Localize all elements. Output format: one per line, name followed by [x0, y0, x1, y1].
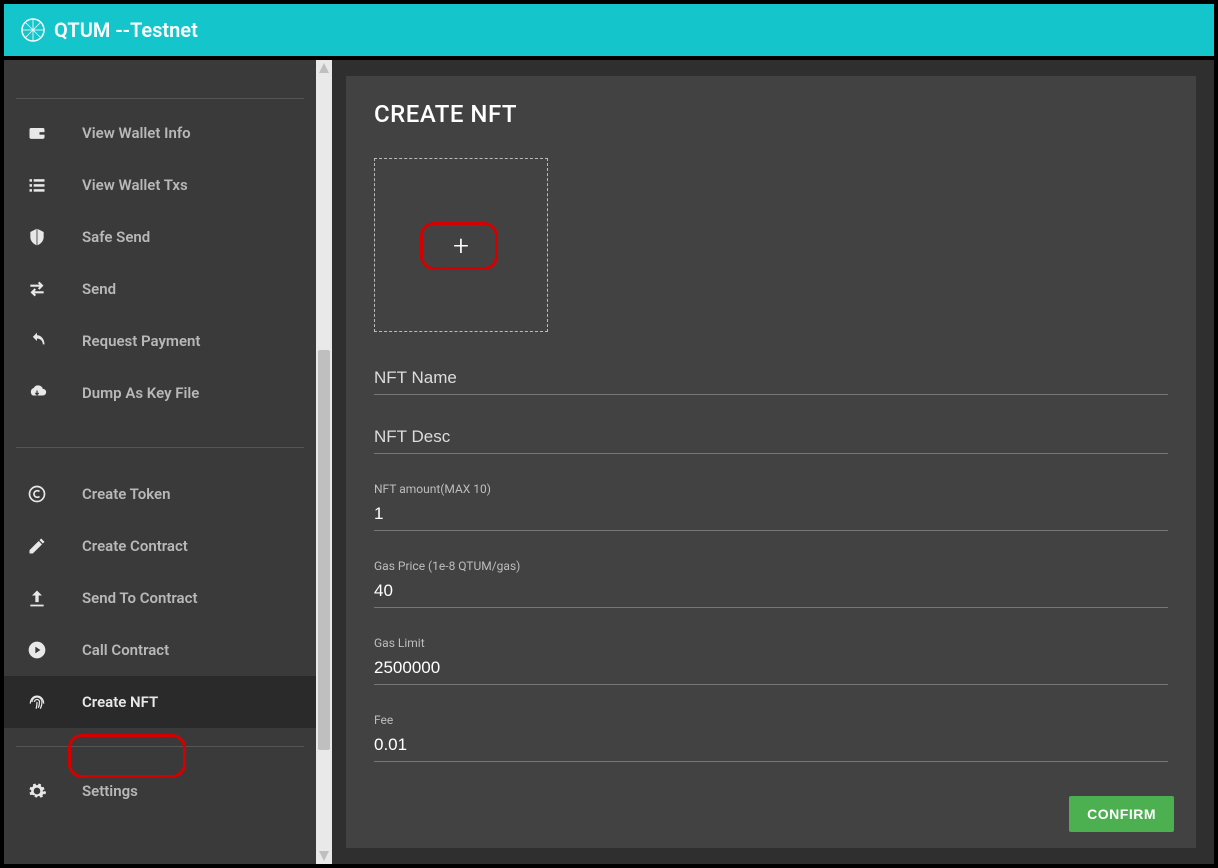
sidebar-item-view-wallet-info[interactable]: View Wallet Info	[4, 107, 316, 159]
sidebar-item-call-contract[interactable]: Call Contract	[4, 624, 316, 676]
upload-icon	[26, 587, 48, 609]
sidebar-item-label: Safe Send	[82, 228, 150, 246]
gear-icon	[26, 780, 48, 802]
undo-icon	[26, 330, 48, 352]
sidebar-item-label: Call Contract	[82, 641, 169, 659]
sidebar-item-request-payment[interactable]: Request Payment	[4, 315, 316, 367]
sidebar-item-label: View Wallet Txs	[82, 176, 188, 194]
app-header: QTUM --Testnet	[4, 4, 1214, 60]
nft-desc-input[interactable]	[374, 423, 1168, 454]
sidebar-item-label: Create Token	[82, 485, 170, 503]
confirm-button[interactable]: CONFIRM	[1069, 796, 1174, 832]
nft-name-input[interactable]	[374, 364, 1168, 395]
sidebar-item-safe-send[interactable]: Safe Send	[4, 211, 316, 263]
sidebar-item-label: Send To Contract	[82, 589, 197, 607]
sidebar-item-create-nft[interactable]: Create NFT	[4, 676, 316, 728]
cloud-download-icon	[26, 382, 48, 404]
sidebar-item-label: View Wallet Info	[82, 124, 191, 142]
sidebar-item-send-to-contract[interactable]: Send To Contract	[4, 572, 316, 624]
fee-label: Fee	[374, 713, 1168, 727]
page-title: CREATE NFT	[374, 100, 1168, 128]
shield-icon	[26, 226, 48, 248]
plus-icon: +	[453, 229, 469, 262]
sidebar-scrollbar[interactable]	[316, 60, 332, 864]
copyright-icon	[26, 483, 48, 505]
sidebar-item-label: Create NFT	[82, 693, 158, 711]
gas-price-input[interactable]	[374, 577, 1168, 608]
sidebar-item-label: Create Contract	[82, 537, 188, 555]
gas-limit-input[interactable]	[374, 654, 1168, 685]
gas-price-label: Gas Price (1e-8 QTUM/gas)	[374, 559, 1168, 573]
gas-limit-label: Gas Limit	[374, 636, 1168, 650]
scrollbar-thumb[interactable]	[318, 350, 330, 750]
sidebar-item-label: Settings	[82, 782, 138, 800]
fingerprint-icon	[26, 691, 48, 713]
sidebar-item-label: Dump As Key File	[82, 384, 199, 402]
nft-amount-label: NFT amount(MAX 10)	[374, 482, 1168, 496]
fee-input[interactable]	[374, 731, 1168, 762]
sidebar-item-create-contract[interactable]: Create Contract	[4, 520, 316, 572]
create-nft-card: CREATE NFT + NFT amount(MAX 10) Gas Pric…	[346, 76, 1196, 848]
nft-image-upload[interactable]: +	[374, 158, 548, 332]
pencil-icon	[26, 535, 48, 557]
app-title: QTUM --Testnet	[54, 18, 198, 42]
list-icon	[26, 174, 48, 196]
divider	[16, 746, 304, 747]
sidebar-item-create-token[interactable]: Create Token	[4, 468, 316, 520]
sidebar: View Wallet Info View Wallet Txs Safe Se…	[4, 60, 332, 864]
nft-amount-input[interactable]	[374, 500, 1168, 531]
wallet-icon	[26, 122, 48, 144]
sidebar-item-dump-key-file[interactable]: Dump As Key File	[4, 367, 316, 419]
play-circle-icon	[26, 639, 48, 661]
divider	[16, 98, 304, 99]
main-content: CREATE NFT + NFT amount(MAX 10) Gas Pric…	[332, 60, 1214, 864]
sidebar-item-label: Request Payment	[82, 332, 200, 350]
sidebar-item-view-wallet-txs[interactable]: View Wallet Txs	[4, 159, 316, 211]
sidebar-item-send[interactable]: Send	[4, 263, 316, 315]
divider	[16, 447, 304, 448]
qtum-logo-icon	[20, 17, 46, 43]
sidebar-item-settings[interactable]: Settings	[4, 765, 316, 817]
sidebar-item-label: Send	[82, 280, 116, 298]
swap-icon	[26, 278, 48, 300]
